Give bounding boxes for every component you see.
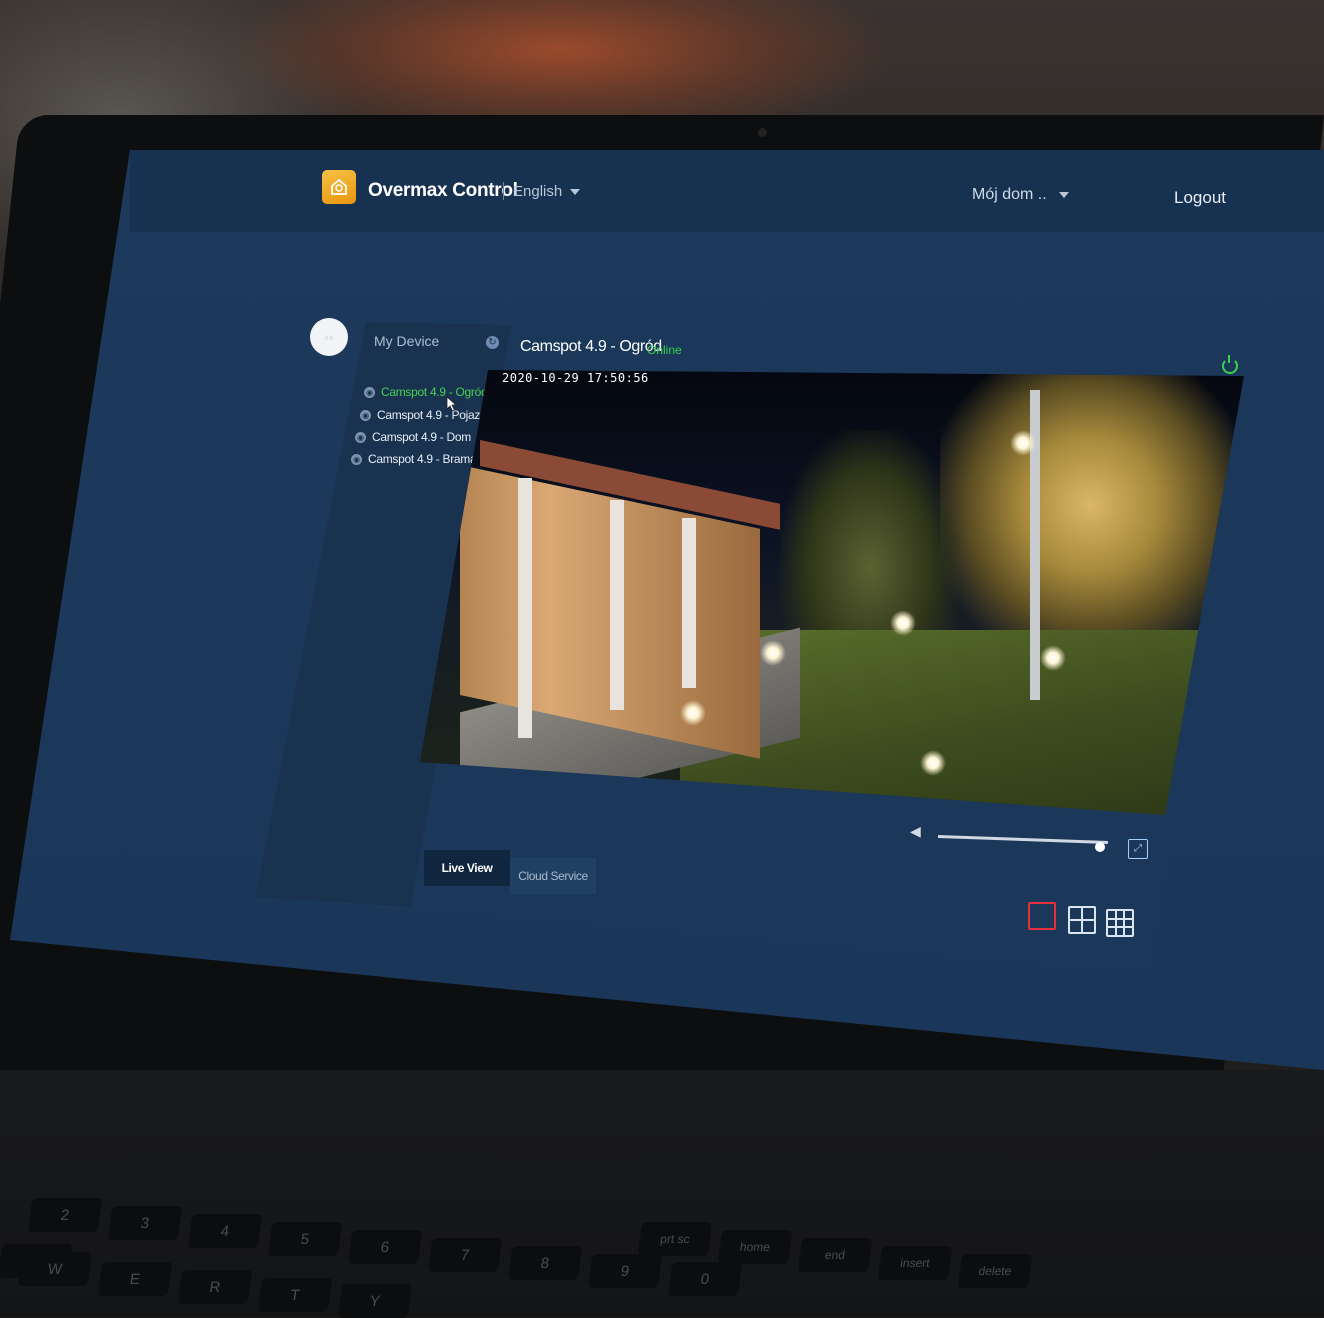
device-label: Camspot 4.9 - Pojazd xyxy=(377,408,487,422)
volume-slider-knob[interactable] xyxy=(1094,842,1105,852)
tab-label: Cloud Service xyxy=(518,869,588,883)
logout-button[interactable]: Logout xyxy=(1174,188,1226,208)
video-scene-light xyxy=(680,700,706,726)
language-selector[interactable]: English xyxy=(513,183,581,200)
video-scene-glow xyxy=(940,370,1240,670)
keyboard-key: 7 xyxy=(427,1238,503,1272)
nav-divider xyxy=(1104,150,1105,232)
single-view-layout-icon[interactable] xyxy=(1028,902,1056,930)
app-logo-icon[interactable] xyxy=(322,170,356,204)
webcam-icon xyxy=(758,128,767,137)
video-scene-light xyxy=(890,610,916,636)
video-scene-trees xyxy=(780,430,960,660)
keyboard-key: 8 xyxy=(507,1246,583,1280)
camera-icon: ◉ xyxy=(355,431,366,443)
video-scene-pillar xyxy=(682,518,696,688)
device-list-title: My Device xyxy=(374,333,440,349)
live-video-feed[interactable] xyxy=(420,370,1244,815)
video-timestamp: 2020-10-29 17:50:56 xyxy=(502,371,649,385)
device-item-dom[interactable]: ◉ Camspot 4.9 - Dom xyxy=(355,428,484,446)
keyboard-key: 0 xyxy=(667,1262,743,1296)
header-separator xyxy=(503,182,504,200)
keyboard-key: 3 xyxy=(107,1206,183,1240)
device-label: Camspot 4.9 - Brama xyxy=(368,452,477,466)
refresh-icon[interactable]: ↻ xyxy=(486,336,499,349)
app-title: Overmax Control xyxy=(368,180,518,201)
keyboard-key: insert xyxy=(877,1246,953,1280)
camera-status-badge: Online xyxy=(647,343,682,357)
video-scene-light xyxy=(1010,430,1036,456)
fullscreen-icon[interactable]: ⤢ xyxy=(1128,839,1148,859)
keyboard-key: 2 xyxy=(27,1198,103,1232)
camera-icon: ◉ xyxy=(364,386,375,398)
keyboard-key: end xyxy=(797,1238,873,1272)
camera-icon: ◉ xyxy=(351,453,362,465)
device-label: Camspot 4.9 - Dom xyxy=(372,430,471,444)
tab-live-view[interactable]: Live View xyxy=(424,850,510,886)
camera-title: Camspot 4.9 - Ogród xyxy=(520,338,662,355)
avatar[interactable]: ◦◦ xyxy=(310,318,348,356)
chevron-down-icon xyxy=(570,189,581,196)
quad-view-layout-icon[interactable] xyxy=(1068,906,1096,934)
keyboard-key: Y xyxy=(337,1284,413,1318)
keyboard-key: E xyxy=(97,1262,173,1296)
volume-icon[interactable]: ◀ xyxy=(910,823,921,840)
nav-divider xyxy=(930,150,931,232)
camera-icon: ◉ xyxy=(360,409,371,421)
mouse-cursor-icon xyxy=(446,396,458,412)
keyboard-key: 9 xyxy=(587,1254,663,1288)
video-scene-light xyxy=(920,750,946,776)
keyboard-key: prt sc xyxy=(637,1222,713,1256)
device-item-brama[interactable]: ◉ Camspot 4.9 - Brama xyxy=(351,450,490,468)
user-icon: ◦◦ xyxy=(324,329,334,345)
keyboard-key: 6 xyxy=(347,1230,423,1264)
keyboard-key: 4 xyxy=(187,1214,263,1248)
keyboard-key: R xyxy=(177,1270,253,1304)
video-scene-light xyxy=(1040,645,1066,671)
keyboard-key: home xyxy=(717,1230,793,1264)
device-item-pojazd[interactable]: ◉ Camspot 4.9 - Pojazd xyxy=(360,406,500,424)
language-label: English xyxy=(513,183,563,200)
top-bar-background xyxy=(130,150,1324,232)
keyboard-key: T xyxy=(257,1278,333,1312)
tab-label: Live View xyxy=(441,861,493,875)
chevron-down-icon xyxy=(1058,191,1069,198)
home-dropdown-label: Mój dom .. xyxy=(972,186,1047,203)
power-icon[interactable] xyxy=(1222,355,1238,374)
video-scene-pillar xyxy=(518,478,532,738)
device-label: Camspot 4.9 - Ogród xyxy=(381,385,488,399)
keyboard-key: delete xyxy=(957,1254,1033,1288)
device-item-ogrod[interactable]: ◉ Camspot 4.9 - Ogród xyxy=(364,383,501,401)
keyboard-key: W xyxy=(17,1252,93,1286)
video-scene-pillar xyxy=(610,500,624,710)
keyboard-key: 5 xyxy=(267,1222,343,1256)
tab-cloud-service[interactable]: Cloud Service xyxy=(510,858,596,894)
top-bar: Overmax Control English Mój dom .. Logou… xyxy=(0,150,1324,250)
video-scene-light xyxy=(760,640,786,666)
home-dropdown[interactable]: Mój dom .. xyxy=(972,186,1069,204)
nine-view-layout-icon[interactable] xyxy=(1106,909,1134,937)
